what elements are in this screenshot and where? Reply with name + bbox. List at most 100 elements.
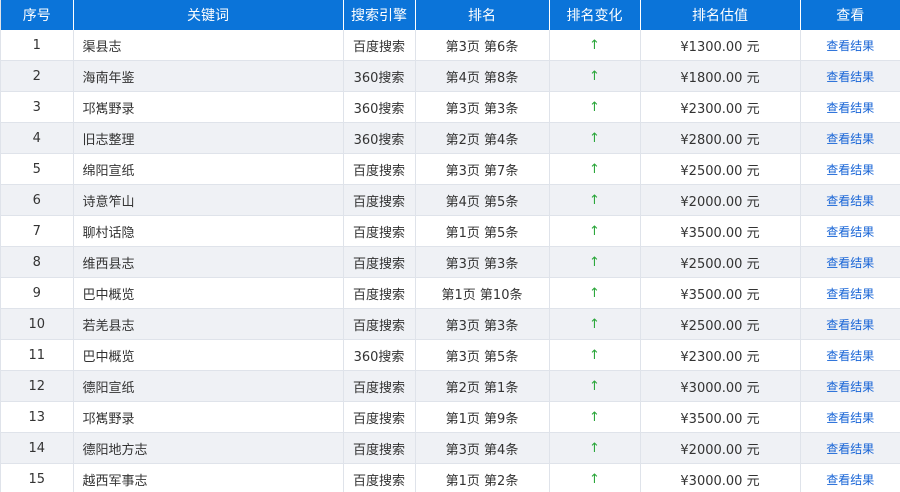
row-engine: 360搜索 <box>353 132 405 148</box>
row-rank-cell: 第4页 第8条 <box>415 60 550 92</box>
header-rank-change: 排名变化 <box>549 0 641 30</box>
row-estimate: ¥2300.00 元 <box>680 349 760 365</box>
row-estimate-cell: ¥2500.00 元 <box>640 153 801 185</box>
row-rank-change-cell: ↑ <box>549 153 641 185</box>
row-index: 5 <box>32 161 41 177</box>
arrow-up-icon: ↑ <box>589 440 600 456</box>
row-index: 2 <box>32 68 41 84</box>
row-rank-change-cell: ↑ <box>549 308 641 340</box>
row-rank: 第3页 第7条 <box>445 163 519 179</box>
row-index: 1 <box>32 37 41 53</box>
row-rank: 第4页 第8条 <box>445 70 519 86</box>
view-result-link[interactable]: 查看结果 <box>826 132 874 146</box>
ranking-table: 序号 关键词 搜索引擎 排名 排名变化 排名估值 查看 1 渠县志 百度搜索 第3页 … <box>1 0 900 492</box>
row-rank-cell: 第3页 第3条 <box>415 91 550 123</box>
row-estimate-cell: ¥3500.00 元 <box>640 277 801 309</box>
row-engine-cell: 360搜索 <box>343 339 416 371</box>
view-result-link[interactable]: 查看结果 <box>826 256 874 270</box>
row-rank: 第3页 第6条 <box>445 39 519 55</box>
view-result-link[interactable]: 查看结果 <box>826 39 874 53</box>
row-index: 8 <box>32 254 41 270</box>
arrow-up-icon: ↑ <box>589 161 600 177</box>
row-rank-cell: 第4页 第5条 <box>415 184 550 216</box>
row-engine: 百度搜索 <box>352 163 405 179</box>
row-rank-change-cell: ↑ <box>549 339 641 371</box>
row-estimate-cell: ¥2500.00 元 <box>640 308 801 340</box>
row-index: 15 <box>28 471 46 487</box>
view-result-link[interactable]: 查看结果 <box>826 101 874 115</box>
arrow-up-icon: ↑ <box>589 37 600 53</box>
view-result-link[interactable]: 查看结果 <box>826 318 874 332</box>
row-index: 3 <box>32 99 41 115</box>
row-view-cell: 查看结果 <box>800 308 900 340</box>
table-row: 1 渠县志 百度搜索 第3页 第6条 ↑ ¥1300.00 元 查看结果 <box>1 30 900 61</box>
row-keyword-cell: 邛嶲野录 <box>73 401 344 433</box>
table-row: 13 邛嶲野录 百度搜索 第1页 第9条 ↑ ¥3500.00 元 查看结果 <box>1 401 900 433</box>
row-engine: 360搜索 <box>353 70 405 86</box>
row-rank-cell: 第2页 第4条 <box>415 122 550 154</box>
row-index-cell: 7 <box>1 215 74 247</box>
row-estimate: ¥2500.00 元 <box>680 318 760 334</box>
arrow-up-icon: ↑ <box>589 378 600 394</box>
view-result-link[interactable]: 查看结果 <box>826 225 874 239</box>
row-estimate-cell: ¥2000.00 元 <box>640 184 801 216</box>
row-engine: 百度搜索 <box>352 39 405 55</box>
arrow-up-icon: ↑ <box>589 68 600 84</box>
row-engine: 百度搜索 <box>352 318 405 334</box>
view-result-link[interactable]: 查看结果 <box>826 411 874 425</box>
row-rank: 第3页 第5条 <box>445 349 519 365</box>
view-result-link[interactable]: 查看结果 <box>826 380 874 394</box>
row-estimate: ¥3000.00 元 <box>680 473 760 489</box>
row-rank: 第3页 第3条 <box>445 256 519 272</box>
table-header: 序号 关键词 搜索引擎 排名 排名变化 排名估值 查看 <box>1 0 900 30</box>
header-index: 序号 <box>1 0 74 30</box>
header-keyword: 关键词 <box>73 0 344 30</box>
row-index-cell: 9 <box>1 277 74 309</box>
table-row: 3 邛嶲野录 360搜索 第3页 第3条 ↑ ¥2300.00 元 查看结果 <box>1 91 900 123</box>
row-index-cell: 5 <box>1 153 74 185</box>
row-keyword-cell: 诗意笮山 <box>73 184 344 216</box>
row-keyword-cell: 巴中概览 <box>73 277 344 309</box>
view-result-link[interactable]: 查看结果 <box>826 442 874 456</box>
row-keyword-cell: 德阳地方志 <box>73 432 344 464</box>
row-view-cell: 查看结果 <box>800 91 900 123</box>
row-rank-change-cell: ↑ <box>549 215 641 247</box>
row-estimate: ¥1300.00 元 <box>680 39 760 55</box>
row-rank-cell: 第3页 第4条 <box>415 432 550 464</box>
row-keyword: 聊村话隐 <box>82 225 135 241</box>
row-keyword-cell: 越西军事志 <box>73 463 344 492</box>
row-rank-cell: 第3页 第6条 <box>415 30 550 61</box>
row-rank: 第3页 第3条 <box>445 318 519 334</box>
row-keyword-cell: 旧志整理 <box>73 122 344 154</box>
row-estimate-cell: ¥2000.00 元 <box>640 432 801 464</box>
row-rank-cell: 第1页 第5条 <box>415 215 550 247</box>
table-row: 8 维西县志 百度搜索 第3页 第3条 ↑ ¥2500.00 元 查看结果 <box>1 246 900 278</box>
row-engine-cell: 百度搜索 <box>343 463 416 492</box>
row-rank-change-cell: ↑ <box>549 463 641 492</box>
arrow-up-icon: ↑ <box>589 99 600 115</box>
row-view-cell: 查看结果 <box>800 153 900 185</box>
row-estimate-cell: ¥3000.00 元 <box>640 370 801 402</box>
view-result-link[interactable]: 查看结果 <box>826 194 874 208</box>
row-index-cell: 12 <box>1 370 74 402</box>
row-rank-cell: 第1页 第2条 <box>415 463 550 492</box>
row-rank-cell: 第3页 第7条 <box>415 153 550 185</box>
row-view-cell: 查看结果 <box>800 339 900 371</box>
row-index-cell: 3 <box>1 91 74 123</box>
row-keyword-cell: 渠县志 <box>73 30 344 61</box>
view-result-link[interactable]: 查看结果 <box>826 287 874 301</box>
view-result-link[interactable]: 查看结果 <box>826 163 874 177</box>
arrow-up-icon: ↑ <box>589 254 600 270</box>
view-result-link[interactable]: 查看结果 <box>826 349 874 363</box>
row-engine-cell: 百度搜索 <box>343 153 416 185</box>
row-rank-change-cell: ↑ <box>549 277 641 309</box>
view-result-link[interactable]: 查看结果 <box>826 473 874 487</box>
row-view-cell: 查看结果 <box>800 246 900 278</box>
row-view-cell: 查看结果 <box>800 122 900 154</box>
row-estimate: ¥2300.00 元 <box>680 101 760 117</box>
row-estimate-cell: ¥2300.00 元 <box>640 339 801 371</box>
view-result-link[interactable]: 查看结果 <box>826 70 874 84</box>
row-view-cell: 查看结果 <box>800 30 900 61</box>
row-keyword: 邛嶲野录 <box>82 101 135 117</box>
row-engine-cell: 百度搜索 <box>343 30 416 61</box>
